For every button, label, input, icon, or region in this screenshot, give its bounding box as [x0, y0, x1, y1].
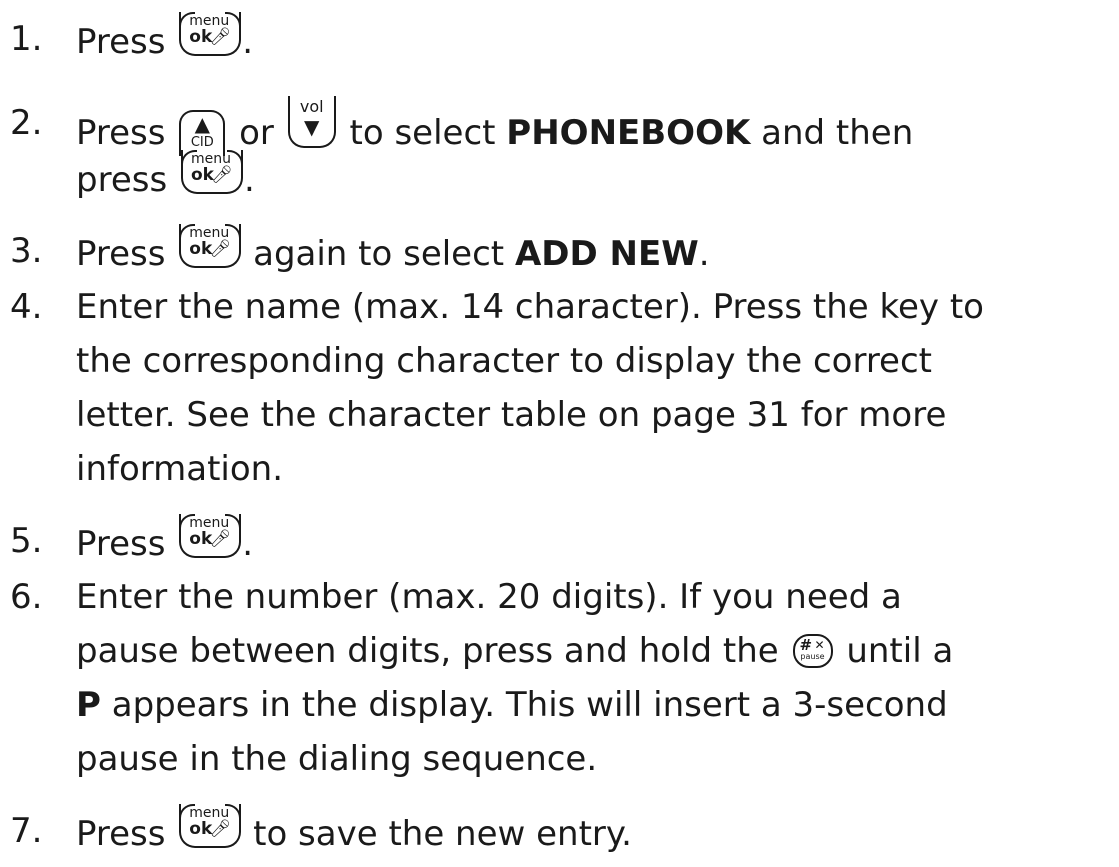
- step-text-line: P appears in the display. This will inse…: [76, 685, 948, 725]
- step-number: 6.: [10, 577, 43, 617]
- step-number: 5.: [10, 521, 43, 561]
- step-number: 4.: [10, 287, 43, 327]
- step-number: 1.: [10, 19, 43, 59]
- step-text-line: Enter the number (max. 20 digits). If yo…: [76, 577, 902, 617]
- step-number: 2.: [10, 103, 43, 143]
- step-text: Press menu ok 🎤︎ .: [76, 514, 254, 564]
- mute-mic-icon: 🎤︎: [209, 27, 232, 47]
- menu-ok-key-icon: menu ok 🎤︎: [179, 514, 242, 558]
- step-number: 7.: [10, 811, 43, 851]
- ringer-off-icon: ✕: [814, 638, 825, 652]
- step-number: 3.: [10, 231, 43, 271]
- step-text-line: the corresponding character to display t…: [76, 341, 932, 381]
- menu-ok-key-icon: menu ok 🎤︎: [179, 224, 242, 268]
- menu-ok-key-icon: menu ok 🎤︎: [179, 804, 242, 848]
- hash-pause-key-icon: # ✕ pause: [792, 634, 833, 668]
- mute-mic-icon: 🎤︎: [209, 239, 232, 259]
- step-text-line: pause between digits, press and hold the…: [76, 631, 954, 671]
- step-text: Press menu ok 🎤︎ again to select ADD NEW…: [76, 224, 710, 274]
- mute-mic-icon: 🎤︎: [211, 165, 233, 185]
- down-arrow-icon: ▼: [304, 115, 320, 139]
- step-text-line: Enter the name (max. 14 character). Pres…: [76, 287, 984, 327]
- mute-mic-icon: 🎤︎: [209, 819, 232, 839]
- step-text: Press menu ok 🎤︎ .: [76, 12, 254, 62]
- mute-mic-icon: 🎤︎: [209, 529, 232, 549]
- step-text-line: pause in the dialing sequence.: [76, 739, 598, 779]
- step-text-line: information.: [76, 449, 284, 489]
- menu-ok-key-icon: menu ok 🎤︎: [180, 150, 243, 194]
- step-text: Press menu ok 🎤︎ to save the new entry.: [76, 804, 632, 854]
- menu-ok-key-icon: menu ok 🎤︎: [179, 12, 242, 56]
- step-text-line: letter. See the character table on page …: [76, 395, 947, 435]
- vol-down-key-icon: vol ▼: [287, 96, 336, 148]
- instructions-page: 1. Press menu ok 🎤︎ . 2. Press ▲ CID or …: [0, 0, 1119, 867]
- up-arrow-icon: ▲: [194, 112, 210, 136]
